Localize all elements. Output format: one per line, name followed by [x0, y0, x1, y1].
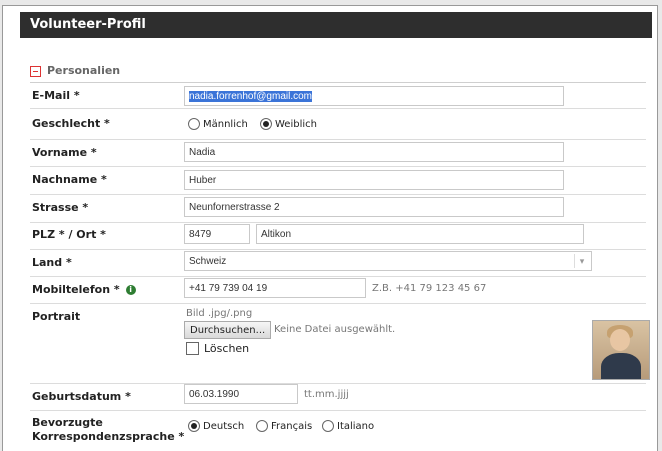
- browse-button[interactable]: Durchsuchen...: [184, 321, 272, 339]
- mobile-label-text: Mobiltelefon *: [32, 283, 120, 296]
- zip-field[interactable]: 8479: [184, 224, 250, 244]
- country-select[interactable]: Schweiz ▾: [184, 251, 592, 271]
- radio-button[interactable]: [188, 118, 200, 130]
- zip-city-label: PLZ * / Ort *: [32, 228, 106, 241]
- last-name-label: Nachname *: [32, 173, 107, 186]
- birthdate-hint: tt.mm.jjjj: [304, 389, 349, 400]
- chevron-down-icon[interactable]: ▾: [574, 254, 589, 268]
- mobile-hint: Z.B. +41 79 123 45 67: [372, 283, 487, 294]
- language-francais-label: Français: [271, 420, 313, 432]
- language-deutsch-label: Deutsch: [203, 420, 245, 432]
- city-field[interactable]: Altikon: [256, 224, 584, 244]
- page-title-bar: Volunteer-Profil: [20, 12, 652, 38]
- language-label-line2: Korrespondenzsprache *: [32, 430, 185, 443]
- no-file-text: Keine Datei ausgewählt.: [274, 324, 396, 335]
- birthdate-label: Geburtsdatum *: [32, 390, 131, 403]
- delete-label-text: Löschen: [204, 342, 250, 355]
- language-deutsch-radio[interactable]: Deutsch: [188, 420, 244, 432]
- gender-label: Geschlecht *: [32, 117, 110, 130]
- street-label: Strasse *: [32, 201, 89, 214]
- portrait-thumbnail: [592, 320, 650, 380]
- language-italiano-label: Italiano: [337, 420, 375, 432]
- portrait-label: Portrait: [32, 310, 81, 323]
- language-label: Bevorzugte Korrespondenzsprache *: [32, 416, 184, 444]
- section-header-personalien[interactable]: Personalien: [30, 64, 646, 83]
- delete-label: Löschen: [204, 342, 249, 355]
- gender-male-radio[interactable]: Männlich: [188, 118, 248, 130]
- first-name-field[interactable]: Nadia: [184, 142, 564, 162]
- row-gender: Geschlecht * Männlich Weiblich: [30, 109, 646, 140]
- photo-body: [601, 353, 641, 379]
- email-field[interactable]: nadia.forrenhof@gmail.com: [184, 86, 564, 106]
- row-last-name: Nachname * Huber: [30, 167, 646, 195]
- row-email: E-Mail * nadia.forrenhof@gmail.com: [30, 84, 646, 109]
- radio-button[interactable]: [256, 420, 268, 432]
- last-name-field[interactable]: Huber: [184, 170, 564, 190]
- row-country: Land * Schweiz ▾: [30, 250, 646, 277]
- gender-male-label: Männlich: [203, 118, 248, 130]
- row-portrait: Portrait Bild .jpg/.png Durchsuchen... K…: [30, 304, 646, 384]
- gender-female-radio[interactable]: Weiblich: [260, 118, 317, 130]
- radio-button-selected[interactable]: [260, 118, 272, 130]
- row-birthdate: Geburtsdatum * 06.03.1990 tt.mm.jjjj: [30, 384, 646, 411]
- email-label: E-Mail *: [32, 89, 80, 102]
- portrait-hint: Bild .jpg/.png: [186, 308, 253, 319]
- language-francais-radio[interactable]: Français: [256, 420, 312, 432]
- radio-button-selected[interactable]: [188, 420, 200, 432]
- row-first-name: Vorname * Nadia: [30, 140, 646, 167]
- section-label: Personalien: [47, 64, 121, 77]
- row-street: Strasse * Neunfornerstrasse 2: [30, 195, 646, 223]
- collapse-icon[interactable]: [30, 66, 41, 77]
- photo-head: [610, 329, 630, 351]
- delete-checkbox[interactable]: [186, 342, 199, 355]
- page-title: Volunteer-Profil: [30, 17, 146, 32]
- country-value: Schweiz: [189, 256, 227, 267]
- language-italiano-radio[interactable]: Italiano: [322, 420, 374, 432]
- info-icon[interactable]: i: [125, 285, 136, 295]
- radio-button[interactable]: [322, 420, 334, 432]
- row-mobile: Mobiltelefon * i +41 79 739 04 19 Z.B. +4…: [30, 277, 646, 304]
- country-label: Land *: [32, 256, 72, 269]
- language-label-line1: Bevorzugte: [32, 416, 103, 429]
- gender-female-label: Weiblich: [275, 118, 317, 130]
- email-value: nadia.forrenhof@gmail.com: [189, 91, 312, 102]
- row-language: Bevorzugte Korrespondenzsprache * Deutsc…: [30, 411, 646, 450]
- first-name-label: Vorname *: [32, 146, 97, 159]
- mobile-label: Mobiltelefon * i: [32, 283, 136, 297]
- mobile-field[interactable]: +41 79 739 04 19: [184, 278, 366, 298]
- birthdate-field[interactable]: 06.03.1990: [184, 384, 298, 404]
- street-field[interactable]: Neunfornerstrasse 2: [184, 197, 564, 217]
- row-zip-city: PLZ * / Ort * 8479 Altikon: [30, 223, 646, 250]
